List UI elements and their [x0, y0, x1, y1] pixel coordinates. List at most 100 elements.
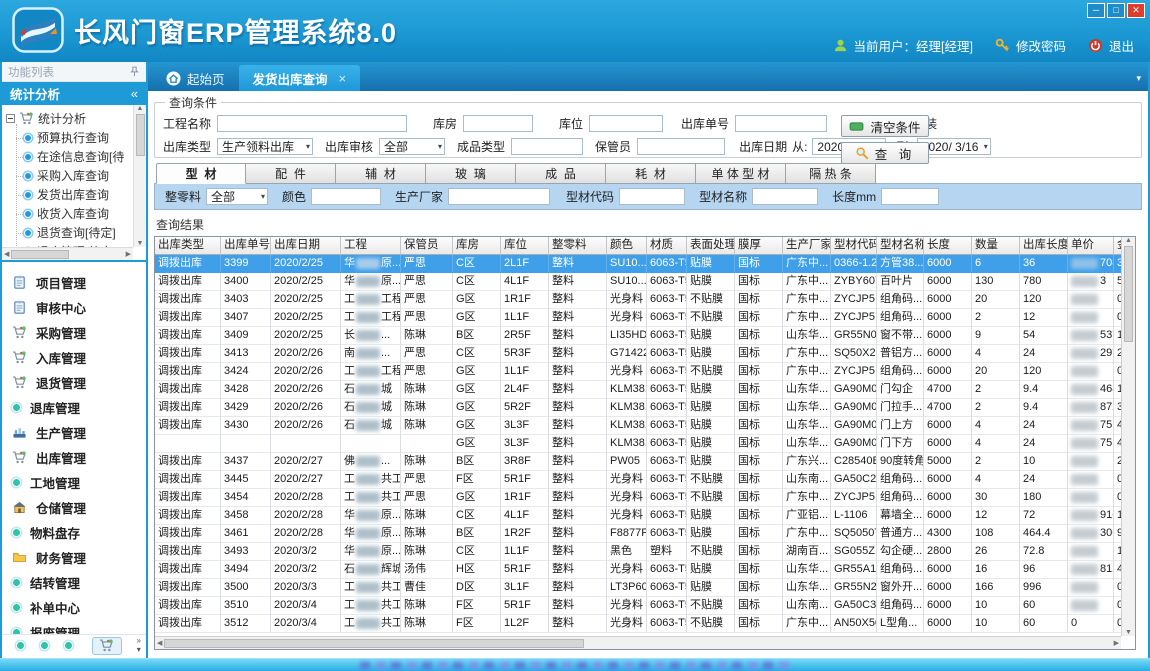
change-password-link[interactable]: 修改密码	[1016, 36, 1066, 55]
column-header-name[interactable]: 型材名称	[877, 237, 924, 255]
material-tab-5[interactable]: 耗 材	[606, 163, 696, 184]
table-row[interactable]: 调拨出库34612020/2/28华原...陈琳B区1R2F整料F8877FT6…	[155, 525, 1121, 543]
column-header-loc[interactable]: 库位	[501, 237, 549, 255]
tree-item-1[interactable]: 在途信息查询[待	[10, 147, 132, 166]
tab-home[interactable]: 起始页	[152, 65, 239, 91]
dot-icon[interactable]	[40, 641, 49, 650]
column-header-date[interactable]: 出库日期	[271, 237, 341, 255]
tree-horizontal-scrollbar[interactable]: ◀▶	[2, 247, 133, 260]
table-row[interactable]: 调拨出库34942020/3/2石辉城汤伟H区5R1F整料光身料6063-T5贴…	[155, 561, 1121, 579]
table-row[interactable]: 调拨出库35002020/3/3工共工程曹佳D区3L1F整料LT3P606063…	[155, 579, 1121, 597]
close-button[interactable]: ✕	[1127, 3, 1145, 18]
scroll-thumb[interactable]	[11, 250, 69, 259]
column-header-mat[interactable]: 材质	[647, 237, 687, 255]
material-tab-1[interactable]: 配 件	[246, 163, 336, 184]
table-row[interactable]: 调拨出库34092020/2/25长...陈琳B区2R5F整料LI35HD606…	[155, 327, 1121, 345]
sidebar-item-8[interactable]: 工地管理	[12, 470, 146, 495]
product-type-input[interactable]	[511, 138, 583, 155]
clear-conditions-button[interactable]: 清空条件	[841, 115, 929, 137]
column-header-surf[interactable]: 表面处理	[687, 237, 735, 255]
maximize-button[interactable]: □	[1107, 3, 1125, 18]
sidebar-item-13[interactable]: 补单中心	[12, 595, 146, 620]
column-header-film[interactable]: 膜厚	[735, 237, 783, 255]
color-input[interactable]	[311, 188, 381, 205]
sidebar-item-7[interactable]: 出库管理	[12, 445, 146, 470]
material-tab-3[interactable]: 玻 璃	[426, 163, 516, 184]
column-header-proj[interactable]: 工程	[341, 237, 401, 255]
material-tab-4[interactable]: 成 品	[516, 163, 606, 184]
scroll-left-icon[interactable]: ◀	[157, 639, 162, 647]
table-row[interactable]: 调拨出库34932020/3/2华原...陈琳C区1L1F整料黑色塑料不贴膜国标…	[155, 543, 1121, 561]
table-row[interactable]: 调拨出库34132020/2/26南...严思C区5R3F整料G71422606…	[155, 345, 1121, 363]
sidebar-item-14[interactable]: 报废管理	[12, 620, 146, 634]
column-header-qty[interactable]: 数量	[972, 237, 1020, 255]
scroll-left-icon[interactable]: ◀	[4, 250, 9, 258]
material-tab-0[interactable]: 型 材	[156, 163, 246, 184]
table-row[interactable]: 调拨出库34032020/2/25工工程严思G区1R1F整料光身料6063-T5…	[155, 291, 1121, 309]
sidebar-item-4[interactable]: 退货管理	[12, 370, 146, 395]
column-header-wh[interactable]: 库房	[453, 237, 501, 255]
table-row[interactable]: G区3L3F整料KLM38176063-T5贴膜国标山东华...GA90M09.…	[155, 435, 1121, 453]
cart-tool-button[interactable]	[92, 637, 122, 655]
overflow-chevron[interactable]: »▾	[137, 637, 141, 655]
scroll-thumb[interactable]	[164, 639, 584, 648]
column-header-price[interactable]: 单价	[1068, 237, 1114, 255]
table-row[interactable]: 调拨出库34582020/2/28华原...陈琳C区4L1F整料光身料6063-…	[155, 507, 1121, 525]
column-header-keeper[interactable]: 保管员	[401, 237, 453, 255]
table-row[interactable]: 调拨出库34542020/2/28工共工程严思G区1R1F整料光身料6063-T…	[155, 489, 1121, 507]
tab-close-icon[interactable]: ×	[339, 71, 347, 86]
table-row[interactable]: 调拨出库34242020/2/26工工程严思G区1L1F整料光身料6063-T5…	[155, 363, 1121, 381]
outbound-type-select[interactable]: 生产领料出库▾	[217, 138, 313, 155]
column-header-color[interactable]: 颜色	[607, 237, 647, 255]
table-row[interactable]: 调拨出库35102020/3/4工共工程陈琳F区5R1F整料光身料6063-T5…	[155, 597, 1121, 615]
column-header-code[interactable]: 型材代码	[831, 237, 877, 255]
profile-name-input[interactable]	[752, 188, 818, 205]
dot-icon[interactable]	[16, 641, 25, 650]
audit-select[interactable]: 全部▾	[379, 138, 445, 155]
scroll-right-icon[interactable]: ▶	[126, 250, 131, 258]
keeper-input[interactable]	[637, 138, 725, 155]
tree-item-5[interactable]: 退货查询[待定]	[10, 223, 132, 242]
grid-horizontal-scrollbar[interactable]: ◀▶	[155, 636, 1121, 649]
project-name-input[interactable]	[217, 115, 407, 132]
tree-item-0[interactable]: 预算执行查询	[10, 128, 132, 147]
sidebar-item-5[interactable]: 退库管理	[12, 395, 146, 420]
scroll-down-icon[interactable]: ▼	[137, 240, 144, 247]
grid-vertical-scrollbar[interactable]: ▲▼	[1121, 237, 1135, 636]
sidebar-item-12[interactable]: 结转管理	[12, 570, 146, 595]
sidebar-item-9[interactable]: 仓储管理	[12, 495, 146, 520]
scroll-thumb[interactable]	[136, 114, 145, 156]
zhengling-select[interactable]: 全部▾	[206, 188, 268, 205]
column-header-type[interactable]: 出库类型	[155, 237, 221, 255]
scroll-up-icon[interactable]: ▲	[1125, 237, 1132, 244]
sidebar-item-11[interactable]: 财务管理	[12, 545, 146, 570]
sidebar-item-1[interactable]: 审核中心	[12, 295, 146, 320]
tree-vertical-scrollbar[interactable]: ▲▼	[133, 105, 146, 247]
expander-icon[interactable]	[6, 114, 15, 123]
sidebar-item-2[interactable]: 采购管理	[12, 320, 146, 345]
tree-item-4[interactable]: 收货入库查询	[10, 204, 132, 223]
column-header-outlen[interactable]: 出库长度	[1020, 237, 1068, 255]
table-row[interactable]: 调拨出库34372020/2/27佛...陈琳B区3R8F整料PW056063-…	[155, 453, 1121, 471]
tree-item-2[interactable]: 采购入库查询	[10, 166, 132, 185]
table-row[interactable]: 调拨出库35122020/3/4工共工程陈琳F区1L2F整料光身料6063-T5…	[155, 615, 1121, 633]
order-no-input[interactable]	[735, 115, 827, 132]
table-row[interactable]: 调拨出库34282020/2/26石城陈琳G区2L4F整料KLM38176063…	[155, 381, 1121, 399]
column-header-len[interactable]: 长度	[924, 237, 972, 255]
material-tab-6[interactable]: 单 体 型 材	[696, 163, 786, 184]
sidebar-item-10[interactable]: 物料盘存	[12, 520, 146, 545]
sidebar-item-6[interactable]: 生产管理	[12, 420, 146, 445]
pin-icon[interactable]	[129, 66, 140, 77]
sidebar-item-3[interactable]: 入库管理	[12, 345, 146, 370]
length-input[interactable]	[881, 188, 939, 205]
tree-root-node[interactable]: 统计分析	[6, 109, 132, 128]
column-header-zl[interactable]: 整零料	[549, 237, 607, 255]
tab-shipping-outbound-query[interactable]: 发货出库查询 ×	[239, 65, 361, 91]
table-row[interactable]: 调拨出库34292020/2/26石城陈琳G区5R2F整料KLM38176063…	[155, 399, 1121, 417]
search-button[interactable]: 查 询	[841, 142, 929, 164]
dot-icon[interactable]	[64, 641, 73, 650]
scroll-thumb[interactable]	[1124, 246, 1133, 342]
table-row[interactable]: 调拨出库34002020/2/25华原...严思C区4L1F整料SU10...6…	[155, 273, 1121, 291]
location-input[interactable]	[589, 115, 663, 132]
tree-item-3[interactable]: 发货出库查询	[10, 185, 132, 204]
